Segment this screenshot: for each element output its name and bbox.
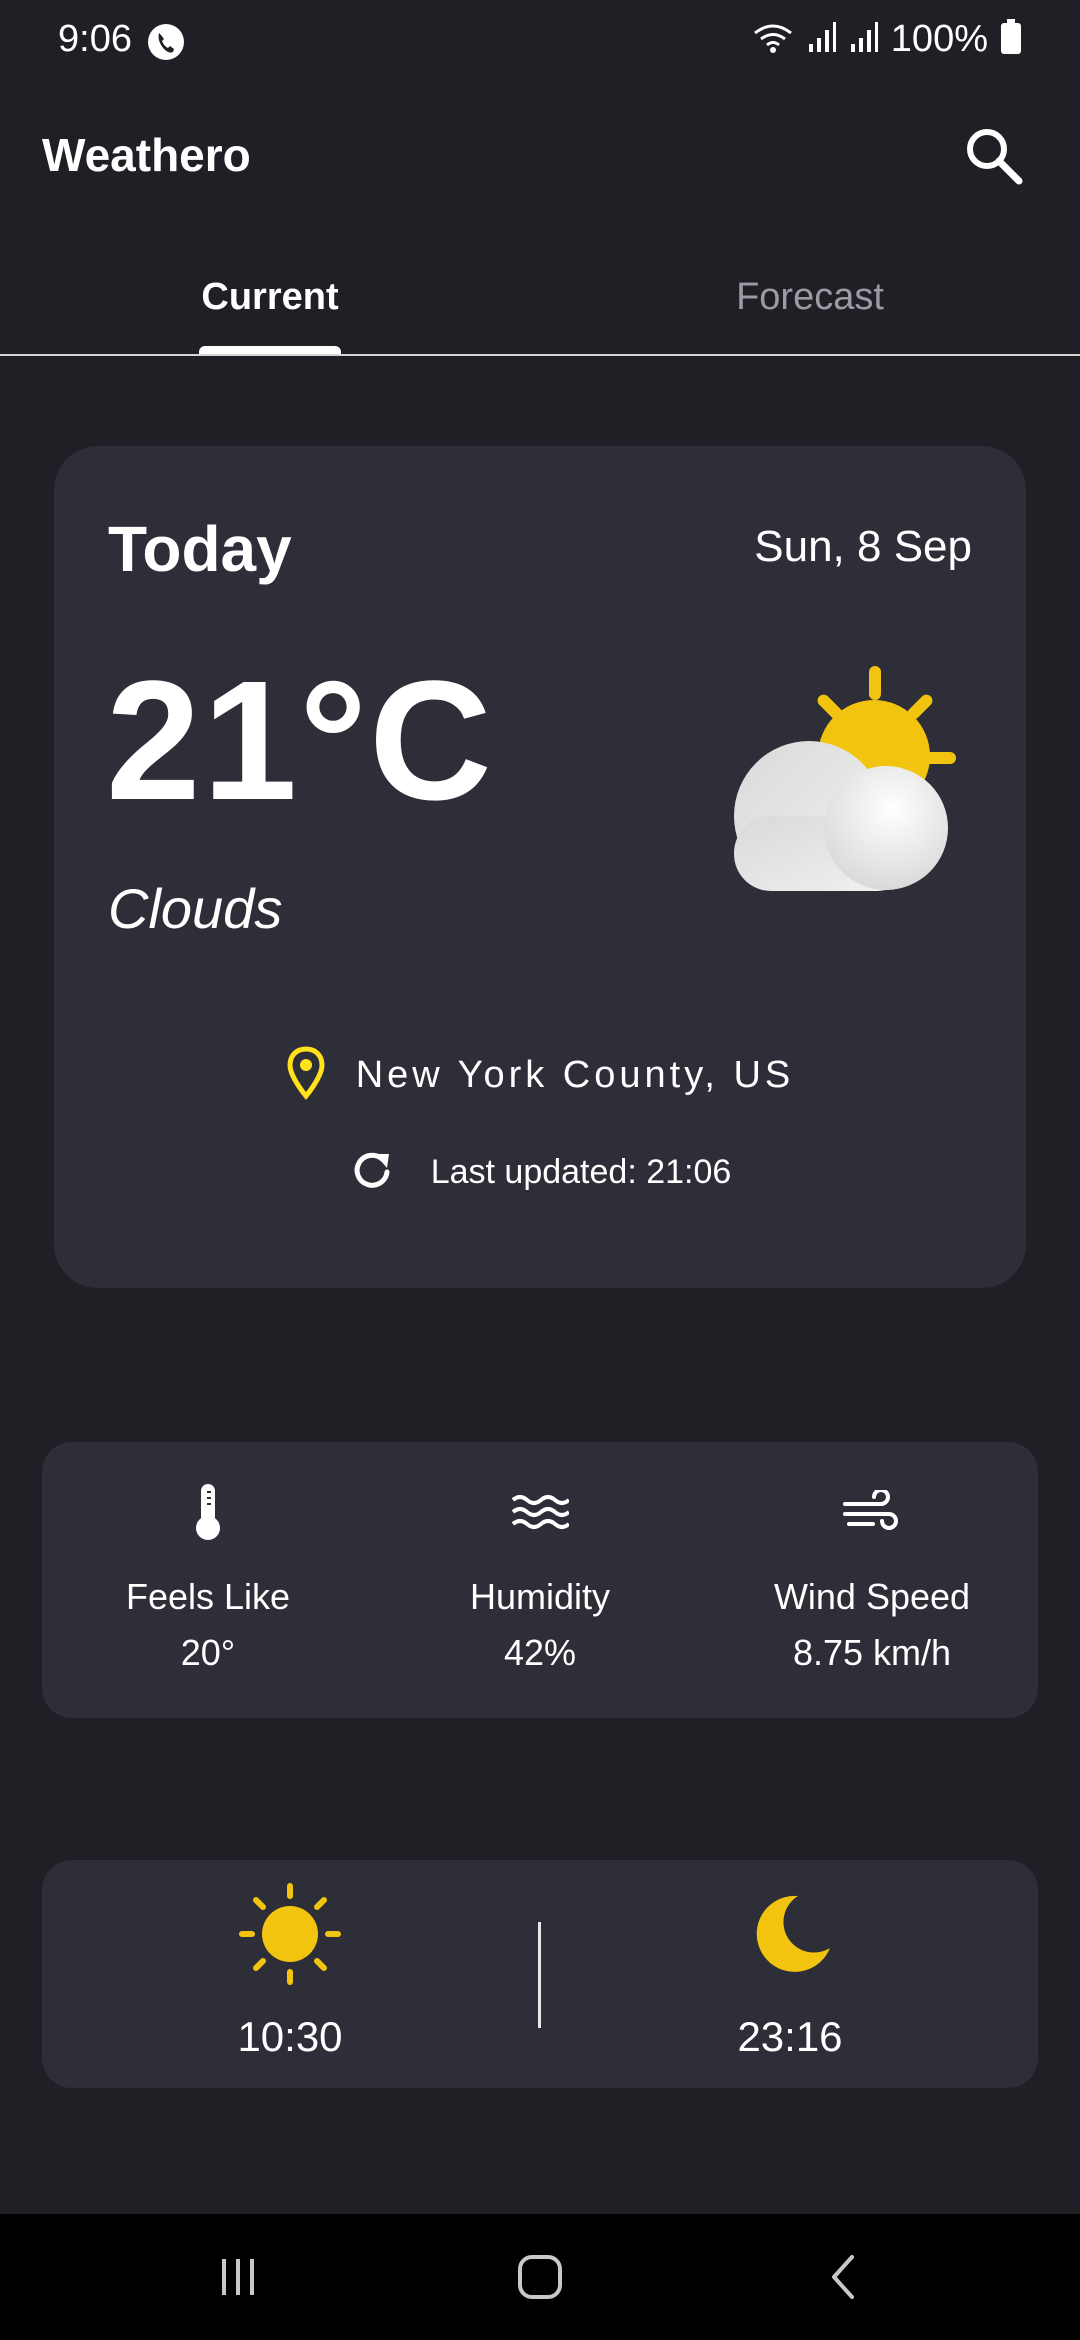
tab-forecast[interactable]: Forecast — [540, 240, 1080, 354]
search-icon — [967, 129, 1023, 185]
last-updated-text: Last updated: 21:06 — [430, 1153, 732, 1191]
location-row: New York County, US — [54, 1046, 1026, 1105]
app-title: Weathero — [42, 129, 251, 181]
home-button[interactable] — [500, 2242, 580, 2312]
refresh-icon[interactable] — [349, 1146, 397, 1199]
signal-icon — [807, 20, 837, 59]
stat-value: 8.75 km/h — [792, 1632, 952, 1673]
divider — [538, 1922, 541, 2028]
battery-icon — [1000, 19, 1022, 60]
status-icons: 100% — [751, 18, 1022, 61]
stat-wind-speed: Wind Speed 8.75 km/h — [706, 1482, 1038, 1674]
app-bar: Weathero — [0, 110, 1080, 202]
stat-label: Wind Speed — [773, 1576, 971, 1617]
partly-cloudy-icon — [714, 666, 974, 906]
stat-label: Humidity — [469, 1576, 611, 1617]
search-button[interactable] — [958, 120, 1030, 192]
status-time: 9:06 — [58, 18, 132, 60]
stat-feels-like: Feels Like 20° — [42, 1482, 374, 1674]
date-label: Sun, 8 Sep — [754, 522, 972, 571]
back-icon — [832, 2255, 854, 2299]
temperature: 21°C — [106, 646, 494, 836]
home-icon — [518, 2255, 562, 2299]
weather-stats-card: Feels Like 20° Humidity 42% Wind Speed 8… — [42, 1442, 1038, 1718]
sun-times-card: 10:30 23:16 — [42, 1860, 1038, 2088]
system-nav-bar — [0, 2214, 1080, 2340]
stat-humidity: Humidity 42% — [374, 1482, 706, 1674]
thermometer-icon — [178, 1482, 238, 1542]
last-updated-row: Last updated: 21:06 — [54, 1146, 1026, 1199]
weather-condition: Clouds — [108, 877, 283, 940]
wifi-icon — [751, 19, 795, 60]
wind-icon — [842, 1482, 902, 1542]
current-weather-card: Today Sun, 8 Sep 21°C Clouds New York Co… — [54, 446, 1026, 1288]
back-button[interactable] — [804, 2242, 884, 2312]
sunrise-block: 10:30 — [140, 1882, 440, 2061]
tab-current[interactable]: Current — [0, 240, 540, 354]
day-label: Today — [108, 513, 292, 585]
signal-icon-2 — [849, 20, 879, 59]
humidity-waves-icon — [510, 1482, 570, 1542]
sunset-time: 23:16 — [737, 2013, 843, 2060]
tab-indicator — [199, 346, 341, 354]
battery-percent: 100% — [890, 18, 988, 60]
sunrise-time: 10:30 — [237, 2013, 343, 2060]
tab-bar: Current Forecast — [0, 240, 1080, 356]
stat-value: 20° — [180, 1632, 236, 1673]
sunset-block: 23:16 — [640, 1882, 940, 2061]
stat-label: Feels Like — [125, 1576, 291, 1617]
moon-icon — [738, 1882, 842, 1991]
location-name: New York County, US — [355, 1054, 795, 1096]
recents-icon — [222, 2259, 254, 2295]
sun-icon — [238, 1882, 342, 1991]
location-pin-icon — [286, 1046, 326, 1105]
call-indicator-icon — [146, 22, 186, 62]
status-bar: 9:06 100% — [0, 0, 1080, 84]
recents-button[interactable] — [198, 2242, 278, 2312]
stat-value: 42% — [503, 1632, 577, 1673]
